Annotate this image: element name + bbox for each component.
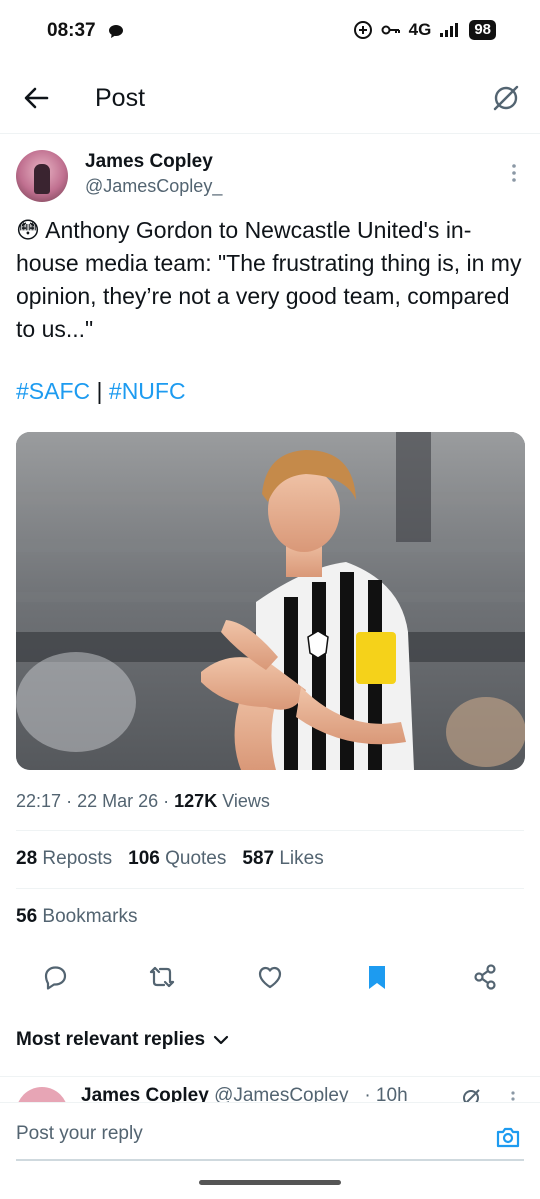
repost-icon[interactable]: [147, 962, 177, 992]
top-app-bar: Post: [0, 62, 540, 134]
network-type: 4G: [408, 20, 432, 39]
reply-input-underline: [16, 1159, 524, 1161]
reply-input[interactable]: [16, 1123, 476, 1145]
likes-stat[interactable]: 587 Likes: [242, 848, 323, 870]
signal-icon: [440, 23, 459, 37]
post-time: 22:17: [16, 791, 62, 811]
post-date: 22 Mar 26: [77, 791, 159, 811]
hashtags: #SAFC | #NUFC: [16, 378, 186, 405]
back-arrow-icon[interactable]: [22, 84, 50, 112]
chat-notification-icon: [109, 25, 123, 38]
hashtag-separator: |: [96, 378, 103, 404]
replies-sort-dropdown[interactable]: Most relevant replies: [16, 1029, 229, 1051]
post-image[interactable]: [16, 432, 525, 770]
camera-icon[interactable]: [494, 1123, 522, 1151]
post-metadata: 22:17 · 22 Mar 26 · 127K Views: [16, 791, 270, 812]
battery-level: 98: [469, 20, 496, 40]
bookmark-icon[interactable]: [362, 962, 392, 992]
reply-author: James Copley @JamesCopley_ · 10h: [81, 1085, 408, 1102]
author-name[interactable]: James Copley: [85, 151, 213, 173]
reply-avatar[interactable]: [16, 1087, 68, 1102]
share-icon[interactable]: [470, 962, 500, 992]
reposts-stat[interactable]: 28 Reposts: [16, 848, 112, 870]
more-options-icon[interactable]: [508, 162, 520, 184]
engagement-stats: 28 Reposts 106 Quotes 587 Likes: [16, 848, 324, 870]
status-bar: 08:37 4G 98: [0, 0, 540, 62]
hashtag-nufc[interactable]: #NUFC: [109, 378, 186, 404]
status-time: 08:37: [47, 20, 96, 41]
hashtag-safc[interactable]: #SAFC: [16, 378, 90, 404]
post-text: 😳 Anthony Gordon to Newcastle United's i…: [16, 214, 526, 346]
action-bar: [0, 962, 540, 996]
author-handle[interactable]: @JamesCopley_: [85, 176, 222, 197]
meta-separator: ·: [66, 791, 73, 811]
flushed-emoji: 😳: [16, 217, 40, 243]
chevron-down-icon: [213, 1035, 229, 1045]
reply-more-icon[interactable]: [508, 1089, 518, 1102]
reply-composer: [0, 1102, 540, 1164]
divider: [16, 830, 524, 831]
reply-grok-icon[interactable]: [460, 1087, 482, 1102]
views-count: 127K: [174, 791, 218, 811]
author-avatar[interactable]: [16, 150, 68, 202]
data-saver-icon: [353, 21, 372, 39]
post-body: Anthony Gordon to Newcastle United's in-…: [16, 217, 522, 342]
quotes-stat[interactable]: 106 Quotes: [128, 848, 226, 870]
replies-sort-label: Most relevant replies: [16, 1029, 206, 1050]
grok-icon[interactable]: [490, 82, 522, 114]
reply-icon[interactable]: [40, 962, 70, 992]
meta-separator: ·: [163, 791, 170, 811]
reply-item[interactable]: James Copley @JamesCopley_ · 10h: [0, 1076, 540, 1102]
divider: [16, 888, 524, 889]
status-indicators: 4G 98: [353, 20, 496, 40]
home-indicator[interactable]: [199, 1180, 341, 1185]
player-photo: [16, 432, 525, 770]
like-icon[interactable]: [255, 962, 285, 992]
bookmarks-stat[interactable]: 56 Bookmarks: [16, 906, 137, 928]
vpn-key-icon: [381, 25, 400, 35]
views-label: Views: [222, 791, 270, 811]
page-title: Post: [95, 84, 146, 112]
